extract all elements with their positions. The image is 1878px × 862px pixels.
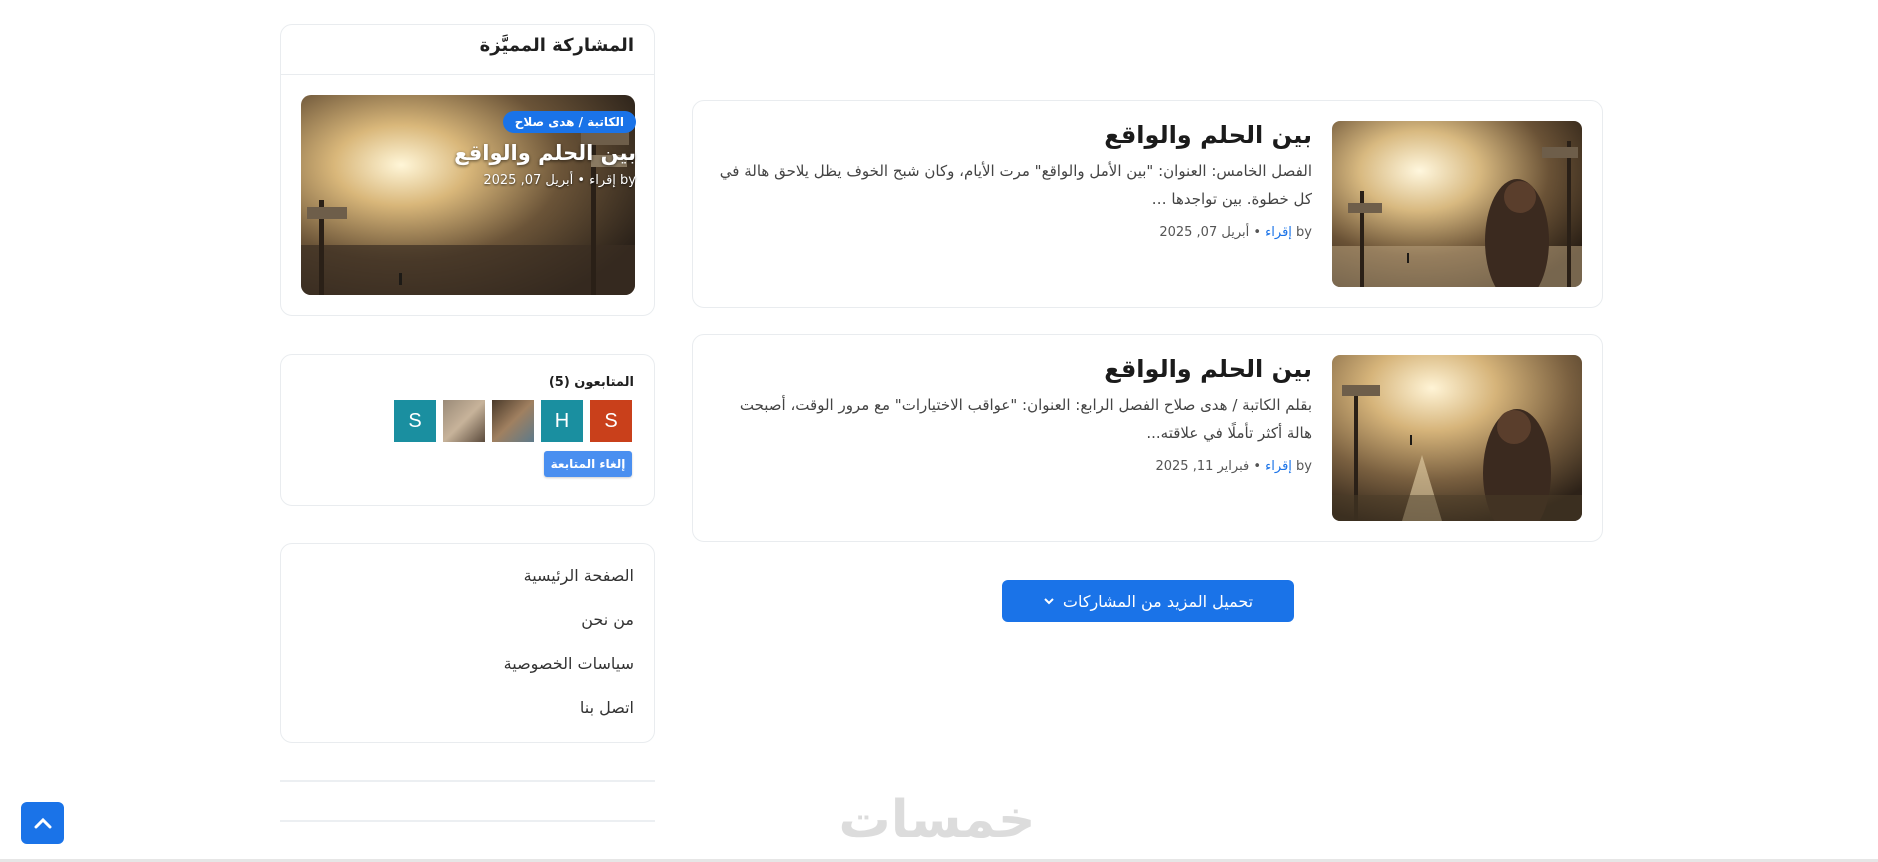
page: المشاركة المميَّزة الكاتبة / هدى صلاح بي… <box>0 0 1878 862</box>
post-author-link[interactable]: إقراء <box>1265 225 1292 240</box>
page-link-home[interactable]: الصفحة الرئيسية <box>281 564 634 608</box>
featured-heading: المشاركة المميَّزة <box>281 25 654 75</box>
post-snippet: بقلم الكاتبة / هدى صلاح الفصل الرابع: ال… <box>739 396 1312 442</box>
post-body: بين الحلم والواقع الفصل الخامس: العنوان:… <box>712 121 1312 240</box>
chevron-up-icon <box>34 817 51 829</box>
post-snippet: الفصل الخامس: العنوان: "بين الأمل والواق… <box>719 162 1312 208</box>
post-title[interactable]: بين الحلم والواقع <box>712 355 1312 383</box>
page-link-contact[interactable]: اتصل بنا <box>281 696 634 740</box>
post-thumbnail[interactable] <box>1332 121 1582 287</box>
post-body: بين الحلم والواقع بقلم الكاتبة / هدى صلا… <box>712 355 1312 474</box>
divider <box>280 820 655 822</box>
avatar[interactable]: H <box>541 400 583 442</box>
avatar[interactable] <box>443 400 485 442</box>
load-more-button[interactable]: تحميل المزيد من المشاركات <box>1002 580 1294 622</box>
post-date: • فبراير 11, 2025 <box>1155 459 1262 474</box>
watermark-logo: خمسات <box>838 790 1036 850</box>
post-card: بين الحلم والواقع الفصل الخامس: العنوان:… <box>692 100 1603 308</box>
author-badge[interactable]: الكاتبة / هدى صلاح <box>502 111 636 133</box>
post-thumbnail[interactable] <box>1332 355 1582 521</box>
featured-post-widget: المشاركة المميَّزة الكاتبة / هدى صلاح بي… <box>280 24 655 316</box>
post-card: بين الحلم والواقع بقلم الكاتبة / هدى صلا… <box>692 334 1603 542</box>
post-title[interactable]: بين الحلم والواقع <box>712 121 1312 149</box>
followers-avatars: S H S <box>394 400 632 442</box>
featured-post-meta: by إقراء • أبريل 07, 2025 <box>483 173 636 188</box>
scroll-to-top-button[interactable] <box>21 802 64 844</box>
avatar[interactable]: S <box>394 400 436 442</box>
post-image-art <box>1332 121 1582 287</box>
post-author-link[interactable]: إقراء <box>1265 459 1292 474</box>
followers-title: المتابعون (5) <box>548 375 634 390</box>
post-by: by <box>1296 225 1312 240</box>
post-by: by <box>1296 459 1312 474</box>
avatar[interactable]: S <box>590 400 632 442</box>
featured-overlay: الكاتبة / هدى صلاح بين الحلم والواقع by … <box>454 111 636 188</box>
chevron-down-icon <box>1044 598 1054 605</box>
followers-widget: المتابعون (5) S H S إلغاء المتابعة <box>280 354 655 506</box>
post-date: • أبريل 07, 2025 <box>1159 225 1262 240</box>
pages-widget: الصفحة الرئيسية من نحن سياسات الخصوصية ا… <box>280 543 655 743</box>
post-meta: by إقراء • فبراير 11, 2025 <box>712 459 1312 474</box>
page-link-about[interactable]: من نحن <box>281 608 634 652</box>
pages-list: الصفحة الرئيسية من نحن سياسات الخصوصية ا… <box>281 544 654 740</box>
post-image-art <box>1332 355 1582 521</box>
page-link-privacy[interactable]: سياسات الخصوصية <box>281 652 634 696</box>
divider <box>280 780 655 782</box>
avatar[interactable] <box>492 400 534 442</box>
post-meta: by إقراء • أبريل 07, 2025 <box>712 225 1312 240</box>
featured-post-title[interactable]: بين الحلم والواقع <box>454 141 636 165</box>
unfollow-button[interactable]: إلغاء المتابعة <box>544 451 632 477</box>
load-more-label: تحميل المزيد من المشاركات <box>1062 591 1254 611</box>
